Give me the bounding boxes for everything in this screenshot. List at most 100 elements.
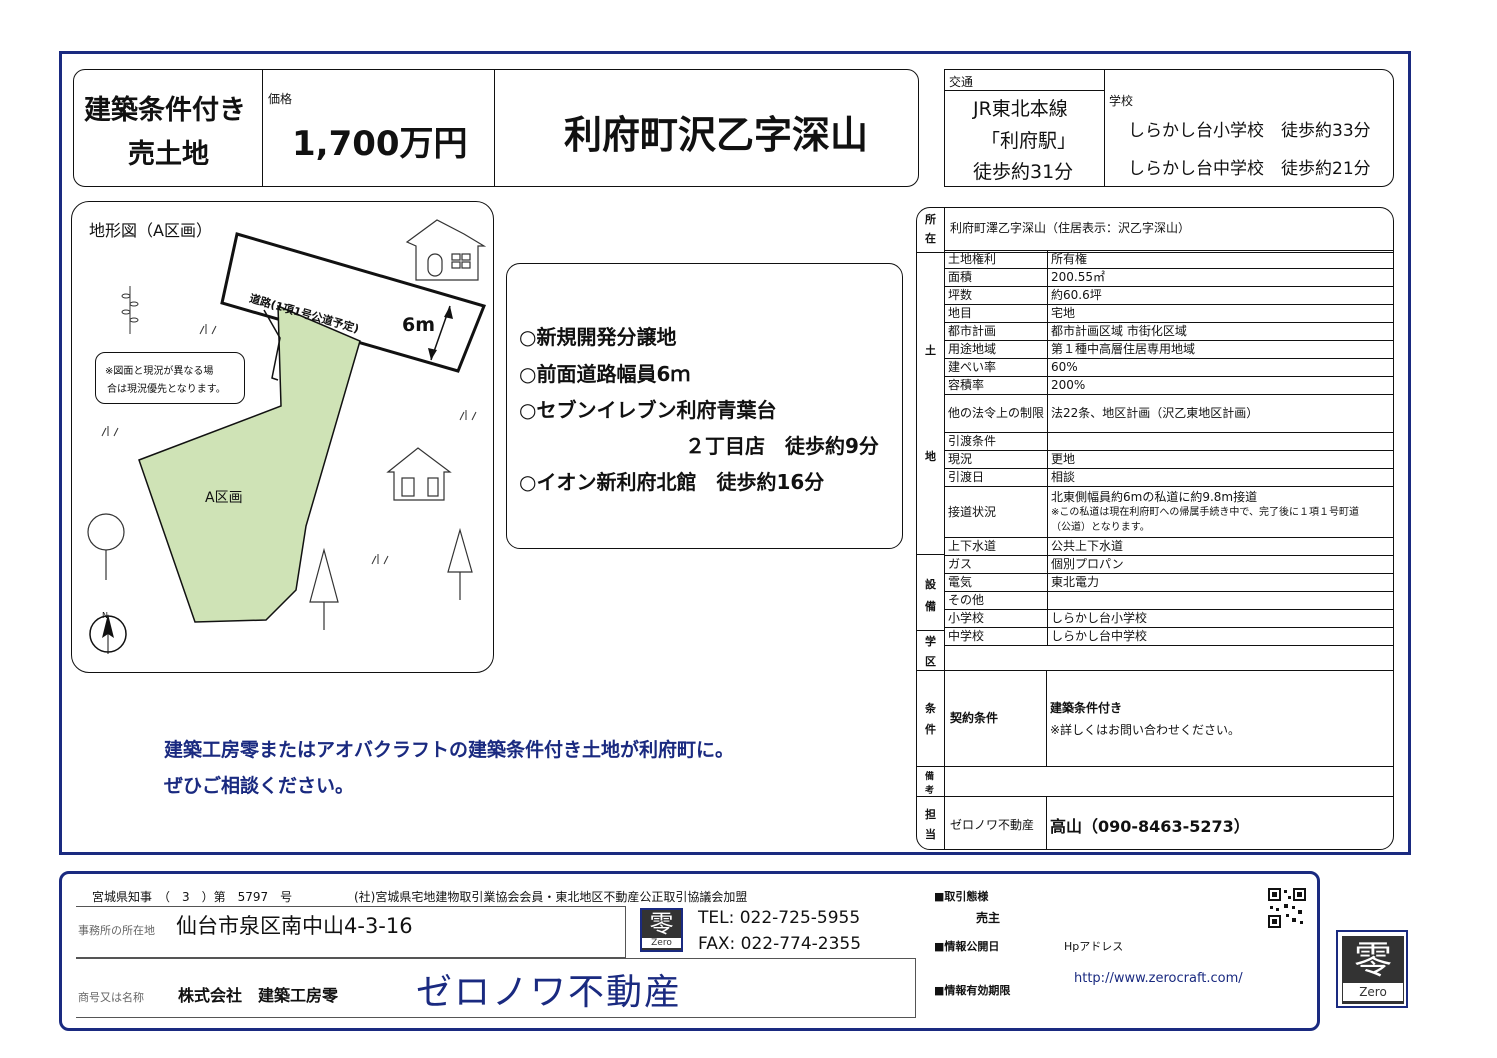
table-row: 地目 宅地 [943,304,1394,323]
feature-item: ○新規開発分譲地 [519,325,677,349]
spec-label: 都市計画 [943,322,1049,341]
qr-code-icon [1268,888,1306,928]
north-compass-icon [89,614,127,654]
condition-group-label: 条 [925,702,936,715]
location-group-label: 在 [925,232,936,245]
house-icon [386,447,452,501]
company-logo-small: 零 Zero [640,908,683,952]
land-spec-table: 土地権利 所有権 面積 200.55㎡ 坪数 約60.6坪 地目 宅地 都市計画 都市計画… [943,250,1394,646]
access-line1: 北東側幅員約6mの私道に約9.8m接道 [1051,489,1258,504]
condition-label: 契約条件 [950,711,999,725]
house-icon [405,219,487,281]
transport-station: 「利府駅」 [981,130,1077,152]
table-row: 上下水道 公共上下水道 [943,537,1394,556]
map-note-box: ※図面と現況が異なる場 合は現況優先となります。 [95,352,245,404]
spec-label: 中学校 [943,627,1049,646]
spec-label: 電気 [943,573,1049,592]
table-row: ガス 個別プロパン [943,555,1394,574]
map-box: 地形図（A区画） 道路(1項1号公道予定) 6m ※図面と現況が異なる場 合は現… [71,201,494,673]
deal-type-value: 売主 [976,911,1001,925]
promo-line2: ぜひご相談ください。 [164,775,355,797]
price-value: 1,700万円 [292,124,468,164]
access-line3: （公道）となります。 [1051,521,1150,533]
website-link[interactable]: http://www.zerocraft.com/ [1074,971,1243,986]
spec-label: 引渡条件 [943,432,1049,451]
location-value: 利府町澤乙字深山（住居表示：沢乙字深山） [950,221,1191,235]
deal-type-label: ■取引態様 [934,890,989,903]
table-row: 現況 更地 [943,450,1394,469]
contact-company: ゼロノワ不動産 [950,818,1035,832]
spec-label: 他の法令上の制限 [943,394,1049,433]
license-number: 宮城県知事 （ 3 ）第 5797 号 [92,890,293,904]
tree-icon [309,547,339,630]
spec-value: 第１種中高層住居専用地域 [1047,340,1394,359]
spec-label: 土地権利 [943,250,1049,269]
transport-line: JR東北本線 [973,98,1068,120]
school-box: 学校 しらかし台小学校 徒歩約33分 しらかし台中学校 徒歩約21分 [1104,69,1394,187]
feature-item: ○イオン新利府北館 徒歩約16分 [519,470,825,494]
map-title: 地形図（A区画） [89,221,212,240]
promo-line1: 建築工房零またはアオバクラフトの建築条件付き土地が利府町に。 [164,739,735,761]
spec-value: 東北電力 [1047,573,1394,592]
condition-line1: 建築条件付き [1050,701,1123,715]
table-row: 小学校 しらかし台小学校 [943,609,1394,628]
table-row: 引渡条件 [943,432,1394,451]
hp-label: Hpアドレス [1064,940,1124,953]
utility-group-label: 設 [925,578,936,591]
table-row: その他 [943,591,1394,610]
north-label: N [102,611,108,620]
spec-value [1047,432,1394,451]
spec-value: 公共上下水道 [1047,537,1394,556]
company-name: 株式会社 建築工房零 [178,986,339,1005]
table-row: 接道状況 北東側幅員約6mの私道に約9.8m接道 ※この私道は現在利府町への帰属… [943,486,1394,538]
land-group-label: 土 [925,344,936,357]
remarks-label: 考 [925,786,935,796]
spec-label: 坪数 [943,286,1049,305]
fax-number: FAX: 022-774-2355 [698,934,862,954]
price-label: 価格 [268,92,293,106]
site-map [87,219,487,654]
map-note-line2: 合は現況優先となります。 [107,384,226,395]
spec-label: 現況 [943,450,1049,469]
spec-value: 北東側幅員約6mの私道に約9.8m接道 ※この私道は現在利府町への帰属手続き中で… [1047,486,1394,538]
table-row: 土地権利 所有権 [943,250,1394,269]
tree-icon [447,527,473,600]
school-label: 学校 [1109,94,1134,108]
spec-value: 宅地 [1047,304,1394,323]
access-line2: ※この私道は現在利府町への帰属手続き中で、完了後に１項１号町道 [1051,506,1359,518]
tel-number[interactable]: TEL: 022-725-5955 [698,908,860,928]
location-title: 利府町沢乙字深山 [564,113,869,157]
spec-label: ガス [943,555,1049,574]
school-junior-high: しらかし台中学校 徒歩約21分 [1128,159,1371,179]
table-row: 面積 200.55㎡ [943,268,1394,287]
table-row: 坪数 約60.6坪 [943,286,1394,305]
remarks-label: 備 [925,772,935,782]
road-width-label: 6m [402,314,436,336]
spec-label: 地目 [943,304,1049,323]
logo-kanji: 零 [649,910,674,938]
feature-item: ○セブンイレブン利府青葉台 [519,398,777,422]
license-association: (社)宮城県宅地建物取引業協会会員・東北地区不動産公正取引協議会加盟 [354,890,748,904]
condition-group-label: 件 [925,723,936,736]
tree-icon [87,513,125,580]
spec-value: しらかし台中学校 [1047,627,1394,646]
contact-label: 担 [925,808,936,821]
table-row: 都市計画 都市計画区域 市街化区域 [943,322,1394,341]
table-row: 中学校 しらかし台中学校 [943,627,1394,646]
plant-icon [121,286,139,334]
spec-value: しらかし台小学校 [1047,609,1394,628]
spec-value: 約60.6坪 [1047,286,1394,305]
spec-value: 60% [1047,358,1394,377]
spec-label: 引渡日 [943,468,1049,487]
spec-label: その他 [943,591,1049,610]
info-date-label: ■情報公開日 [934,940,1000,953]
header-box: 建築条件付き 売土地 価格 1,700万円 利府町沢乙字深山 [73,69,919,187]
spec-label: 上下水道 [943,537,1049,556]
spec-label: 建ぺい率 [943,358,1049,377]
school-group-label: 区 [925,655,936,668]
property-type-line2: 売土地 [128,139,209,170]
land-group-label: 地 [925,450,936,463]
utility-group-label: 備 [925,600,936,613]
table-row: 引渡日 相談 [943,468,1394,487]
spec-value: 相談 [1047,468,1394,487]
